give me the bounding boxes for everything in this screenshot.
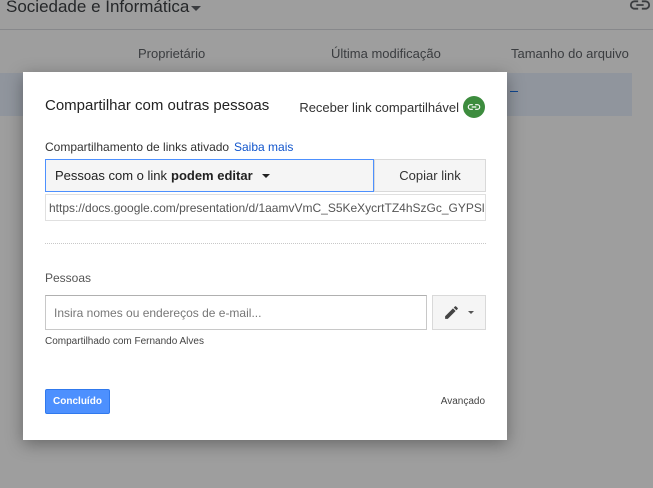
get-link-label: Receber link compartilhável <box>299 99 459 115</box>
advanced-link[interactable]: Avançado <box>441 396 485 407</box>
copy-link-button[interactable]: Copiar link <box>374 159 486 192</box>
done-button[interactable]: Concluído <box>45 389 110 414</box>
shared-with-text: Compartilhado com Fernando Alves <box>45 336 204 347</box>
get-shareable-link-button[interactable]: Receber link compartilhável <box>299 96 485 118</box>
chevron-down-icon <box>468 311 474 314</box>
dialog-title: Compartilhar com outras pessoas <box>45 97 270 114</box>
learn-more-link[interactable]: Saiba mais <box>234 140 293 154</box>
permission-value: podem editar <box>171 168 253 183</box>
people-email-input[interactable]: Insira nomes ou endereços de e-mail... <box>45 295 427 330</box>
share-url-field[interactable]: https://docs.google.com/presentation/d/1… <box>45 194 486 221</box>
link-sharing-status: Compartilhamento de links ativado <box>45 140 230 154</box>
link-icon[interactable] <box>463 96 485 118</box>
pencil-icon <box>445 306 458 319</box>
share-dialog: Compartilhar com outras pessoas Receber … <box>23 72 507 440</box>
chevron-down-icon <box>261 173 270 178</box>
people-permission-button[interactable] <box>432 295 486 330</box>
section-divider <box>45 243 486 244</box>
permission-prefix: Pessoas com o link <box>55 168 167 183</box>
people-label: Pessoas <box>45 271 92 285</box>
link-permission-dropdown[interactable]: Pessoas com o link podem editar <box>45 159 374 192</box>
